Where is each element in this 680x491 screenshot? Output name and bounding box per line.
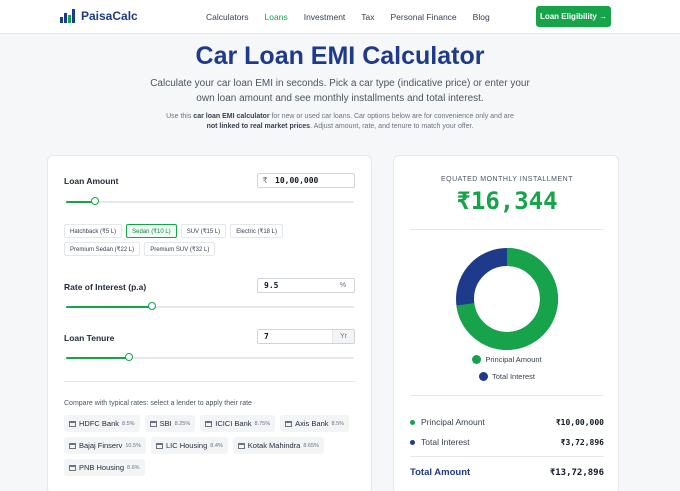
loan-amount-input[interactable]: ₹ 10,00,000 [257, 173, 355, 188]
compare-rates-text: Compare with typical rates: select a len… [64, 400, 252, 407]
car-type-chip-premium-suv[interactable]: Premium SUV (₹32 L) [144, 242, 216, 256]
interest-label: Total Interest [421, 437, 470, 447]
nav-link-calculators[interactable]: Calculators [206, 12, 249, 22]
nav-link-investment[interactable]: Investment [304, 12, 346, 22]
bar-chart-logo-icon [60, 9, 75, 23]
top-nav: PaisaCalc Calculators Loans Investment T… [0, 0, 680, 34]
bank-icon [205, 420, 213, 427]
bank-icon [69, 464, 76, 471]
lender-axis-bank[interactable]: Axis Bank 8.5% [280, 415, 350, 432]
interest-value: ₹3,72,896 [560, 437, 604, 447]
calculator-inputs-card: Loan Amount ₹ 10,00,000 Hatchback (₹5 L)… [47, 155, 372, 491]
emi-value: ₹16,344 [456, 187, 558, 215]
legend-principal: Principal Amount [394, 355, 620, 364]
legend-interest-label: Total Interest [492, 372, 535, 381]
interest-row: Total Interest ₹3,72,896 [410, 437, 604, 447]
principal-value: ₹10,00,000 [555, 417, 604, 427]
lender-list: HDFC Bank 8.5% SBI 8.25% ICICI Bank 8.75% A… [64, 415, 356, 476]
rate-value: 9.5 [264, 281, 279, 290]
car-type-chip-premium-sedan[interactable]: Premium Sedan (₹22 L) [64, 242, 141, 256]
lender-icici-bank[interactable]: ICICI Bank 8.75% [200, 415, 276, 432]
loan-amount-slider[interactable] [66, 197, 354, 207]
page-note: Use this car loan EMI calculator for new… [166, 113, 514, 130]
divider [64, 381, 356, 382]
legend-interest: Total Interest [394, 372, 620, 381]
tenure-input[interactable]: 7 Yr [257, 329, 355, 344]
lender-lic-housing[interactable]: LIC Housing 8.4% [150, 437, 228, 454]
lender-pnb-housing[interactable]: PNB Housing 8.6% [64, 459, 145, 476]
tenure-label: Loan Tenure [64, 333, 115, 343]
page-title: Car Loan EMI Calculator [195, 42, 485, 70]
tenure-value: 7 [264, 332, 269, 341]
bank-icon [155, 442, 163, 449]
loan-eligibility-button[interactable]: Loan Eligibility → [536, 6, 611, 27]
principal-label: Principal Amount [421, 417, 485, 427]
page-subtitle: Calculate your car loan EMI in seconds. … [150, 78, 530, 104]
slider-thumb[interactable] [148, 302, 157, 310]
car-type-chip-suv[interactable]: SUV (₹15 L) [180, 224, 227, 238]
car-type-chip-electric[interactable]: Electric (₹18 L) [230, 224, 284, 238]
rate-label: Rate of Interest (p.a) [64, 282, 147, 292]
tenure-slider[interactable] [66, 353, 354, 363]
bank-icon [69, 420, 76, 427]
car-type-chip-sedan[interactable]: Sedan (₹10 L) [126, 224, 177, 238]
car-type-chips: Hatchback (₹5 L) Sedan (₹10 L) SUV (₹15 … [64, 224, 354, 256]
emi-label: EQUATED MONTHLY INSTALLMENT [441, 176, 573, 183]
lender-kotak-mahindra[interactable]: Kotak Mahindra 8.65% [232, 437, 324, 454]
rate-slider[interactable] [66, 302, 354, 312]
interest-dot [410, 439, 415, 445]
lender-bajaj-finserv[interactable]: Bajaj Finserv 10.5% [64, 437, 146, 454]
percent-suffix: % [339, 282, 347, 289]
nav-link-tax[interactable]: Tax [361, 12, 374, 22]
total-value: ₹13,72,896 [549, 467, 604, 478]
car-type-chip-hatchback[interactable]: Hatchback (₹5 L) [64, 224, 123, 238]
divider [410, 456, 604, 457]
principal-dot [410, 419, 415, 425]
brand-name: PaisaCalc [81, 9, 138, 23]
legend-interest-dot [479, 372, 489, 381]
total-row: Total Amount ₹13,72,896 [410, 467, 604, 478]
divider [410, 229, 604, 230]
rupee-prefix: ₹ [262, 176, 268, 185]
lender-hdfc-bank[interactable]: HDFC Bank 8.5% [64, 415, 140, 432]
brand[interactable]: PaisaCalc [60, 9, 138, 23]
bank-icon [149, 420, 157, 427]
slider-thumb[interactable] [125, 353, 134, 361]
rate-input[interactable]: 9.5 % [257, 278, 355, 293]
emi-donut-chart [456, 248, 558, 350]
principal-row: Principal Amount ₹10,00,000 [410, 417, 604, 427]
nav-link-blog[interactable]: Blog [473, 12, 490, 22]
nav-link-loans[interactable]: Loans [265, 12, 288, 22]
bank-icon [69, 442, 76, 449]
bank-icon [285, 420, 293, 427]
nav-links: Calculators Loans Investment Tax Persona… [206, 12, 506, 22]
year-suffix: Yr [332, 330, 354, 343]
loan-amount-value: 10,00,000 [275, 176, 319, 185]
legend-principal-dot [472, 355, 482, 364]
divider [410, 395, 604, 396]
loan-amount-label: Loan Amount [64, 176, 119, 186]
slider-thumb[interactable] [90, 197, 99, 205]
nav-link-personal-finance[interactable]: Personal Finance [391, 12, 457, 22]
bank-icon [237, 442, 245, 449]
legend-principal-label: Principal Amount [485, 355, 542, 364]
total-label: Total Amount [410, 467, 471, 478]
emi-result-card: EQUATED MONTHLY INSTALLMENT ₹16,344 Prin… [393, 155, 619, 491]
lender-sbi[interactable]: SBI 8.25% [144, 415, 196, 432]
